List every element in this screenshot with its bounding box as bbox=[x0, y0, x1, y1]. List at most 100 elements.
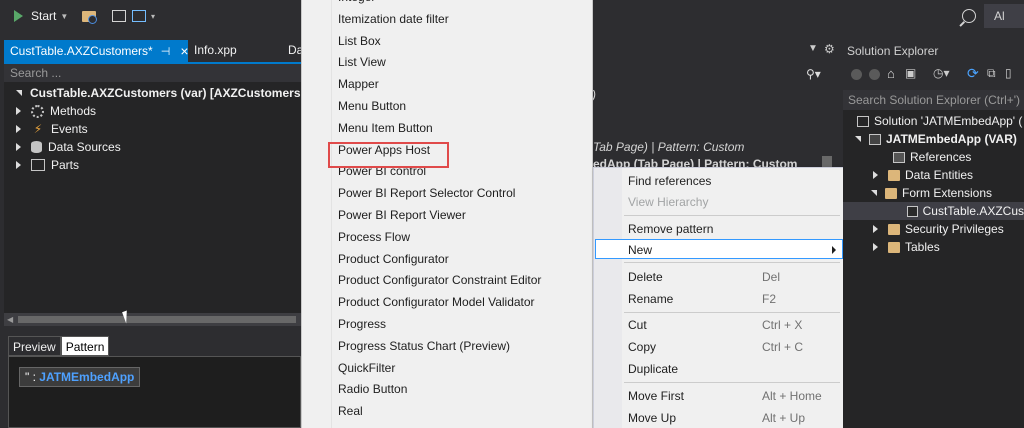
menu-item-new[interactable]: New bbox=[628, 240, 652, 260]
dropdown-item[interactable]: List Box bbox=[338, 31, 381, 51]
back-icon[interactable] bbox=[851, 69, 862, 80]
scroll-left-icon[interactable]: ◀ bbox=[7, 315, 13, 324]
tree-item-methods[interactable]: Methods bbox=[16, 102, 96, 120]
pin-icon[interactable]: ⊣ bbox=[161, 45, 171, 58]
collapse-all-icon[interactable]: ⧉ bbox=[987, 66, 996, 81]
close-icon[interactable]: × bbox=[180, 43, 188, 59]
form-designer-tree: Search ... CustTable.AXZCustomers (var) … bbox=[4, 64, 301, 326]
tree-item-data-sources[interactable]: Data Sources bbox=[16, 138, 121, 156]
tab-pattern[interactable]: Pattern bbox=[60, 336, 110, 356]
dropdown-item[interactable]: Progress Status Chart (Preview) bbox=[338, 336, 510, 356]
expand-icon[interactable] bbox=[873, 225, 878, 233]
se-item-solution[interactable]: Solution 'JATMEmbedApp' ( bbox=[857, 112, 1022, 130]
menu-item-cut[interactable]: Cut bbox=[628, 315, 647, 335]
tree-item-parts[interactable]: Parts bbox=[16, 156, 79, 174]
collapse-icon[interactable] bbox=[16, 90, 22, 96]
home-window-button[interactable]: ▾ bbox=[132, 5, 155, 27]
horizontal-scrollbar[interactable]: ◀ bbox=[4, 313, 301, 326]
expand-icon[interactable] bbox=[16, 161, 21, 169]
se-item-references[interactable]: References bbox=[893, 148, 971, 166]
collapse-icon[interactable] bbox=[871, 190, 877, 196]
dropdown-item[interactable]: Progress bbox=[338, 314, 386, 334]
expand-icon[interactable] bbox=[873, 171, 878, 179]
menu-item-find-references[interactable]: Find references bbox=[628, 171, 711, 191]
dropdown-item[interactable]: Real bbox=[338, 401, 363, 421]
se-item-tables[interactable]: Tables bbox=[873, 238, 940, 256]
dropdown-item[interactable]: Product Configurator Model Validator bbox=[338, 292, 535, 312]
tab-custtable[interactable]: CustTable.AXZCustomers* ⊣ × bbox=[4, 40, 189, 62]
dropdown-item[interactable]: Menu Item Button bbox=[338, 118, 433, 138]
start-button[interactable]: Start ▼ bbox=[14, 5, 68, 27]
show-all-files-icon[interactable]: ▯ bbox=[1005, 66, 1012, 80]
dropdown-item[interactable]: Product Configurator Constraint Editor bbox=[338, 270, 541, 290]
shortcut-move-up: Alt + Up bbox=[762, 411, 806, 425]
context-menu: Find references View Hierarchy Remove pa… bbox=[593, 167, 844, 428]
dropdown-item[interactable]: Power BI Report Viewer bbox=[338, 205, 466, 225]
chevron-down-icon: ▼ bbox=[60, 11, 69, 21]
solution-explorer-search-input[interactable]: Search Solution Explorer (Ctrl+') bbox=[843, 90, 1024, 110]
expand-icon[interactable] bbox=[16, 143, 21, 151]
submenu-arrow-icon bbox=[832, 246, 836, 254]
window-icon bbox=[112, 10, 126, 22]
dropdown-item[interactable]: Menu Button bbox=[338, 96, 406, 116]
forward-icon[interactable] bbox=[869, 69, 880, 80]
dropdown-item[interactable]: QuickFilter bbox=[338, 358, 395, 378]
menu-item-delete[interactable]: Delete bbox=[628, 267, 663, 287]
expand-icon[interactable] bbox=[16, 107, 21, 115]
pattern-view: " : JATMEmbedApp bbox=[8, 356, 301, 428]
tab-preview[interactable]: Preview bbox=[8, 336, 61, 356]
open-folder-button[interactable] bbox=[82, 5, 97, 27]
solution-explorer-toolbar: ⌂ ▣ ◷▾ ⟳ ⧉ ▯ bbox=[843, 62, 1024, 88]
account-button[interactable]: Al bbox=[984, 4, 1024, 28]
dropdown-arrow-icon[interactable]: ▼ bbox=[808, 43, 818, 54]
se-item-form-extensions[interactable]: Form Extensions bbox=[871, 184, 992, 202]
designer-search-input[interactable]: Search ... bbox=[4, 64, 301, 82]
gear-icon[interactable]: ⚙ bbox=[824, 42, 835, 56]
window-button[interactable] bbox=[112, 5, 126, 27]
menu-item-move-first[interactable]: Move First bbox=[628, 386, 684, 406]
tree-item-events[interactable]: ⚡ Events bbox=[16, 120, 88, 138]
se-item-label: JATMEmbedApp (VAR) bbox=[886, 132, 1017, 146]
dropdown-item[interactable]: List View bbox=[338, 52, 386, 72]
preview-pattern-tabs: Preview Pattern bbox=[8, 336, 110, 356]
dropdown-item[interactable]: Process Flow bbox=[338, 227, 410, 247]
live-share-button[interactable] bbox=[962, 5, 976, 27]
tab-info-xpp[interactable]: Info.xpp bbox=[194, 43, 237, 57]
dropdown-item[interactable]: Radio Button bbox=[338, 379, 407, 399]
dropdown-item[interactable]: Product Configurator bbox=[338, 249, 449, 269]
se-item-project[interactable]: JATMEmbedApp (VAR) bbox=[855, 130, 1017, 148]
folder-icon bbox=[888, 241, 900, 253]
project-icon bbox=[869, 133, 881, 145]
references-icon bbox=[893, 151, 905, 163]
control-type-dropdown: Integer Itemization date filterList BoxLi… bbox=[301, 0, 593, 428]
tree-root-label: CustTable.AXZCustomers (var) [AXZCustome… bbox=[30, 86, 301, 100]
menu-item-move-up[interactable]: Move Up bbox=[628, 408, 676, 428]
switch-views-icon[interactable]: ▣ bbox=[905, 66, 916, 80]
expand-icon[interactable] bbox=[16, 125, 21, 133]
tree-item-label: Methods bbox=[50, 104, 97, 118]
form-icon bbox=[31, 159, 45, 171]
expand-icon[interactable] bbox=[873, 243, 878, 251]
refresh-icon[interactable]: ⟳ bbox=[967, 65, 979, 82]
scrollbar-thumb[interactable] bbox=[18, 316, 296, 323]
search-icon[interactable]: ⚲▾ bbox=[806, 67, 821, 81]
tree-item-label: Data Sources bbox=[48, 140, 121, 154]
collapse-icon[interactable] bbox=[855, 136, 861, 142]
dropdown-item[interactable]: Integer bbox=[338, 0, 375, 7]
menu-item-copy[interactable]: Copy bbox=[628, 337, 656, 357]
se-item-data-entities[interactable]: Data Entities bbox=[873, 166, 973, 184]
se-item-custtable[interactable]: CustTable.AXZCus bbox=[843, 202, 1024, 220]
pattern-node[interactable]: " : JATMEmbedApp bbox=[19, 367, 141, 387]
dropdown-item[interactable]: Mapper bbox=[338, 74, 379, 94]
menu-item-remove-pattern[interactable]: Remove pattern bbox=[628, 219, 713, 239]
dropdown-item[interactable]: Itemization date filter bbox=[338, 9, 449, 29]
tree-root[interactable]: CustTable.AXZCustomers (var) [AXZCustome… bbox=[16, 84, 301, 102]
dropdown-gutter bbox=[302, 0, 332, 428]
pending-changes-icon[interactable]: ◷▾ bbox=[933, 66, 950, 80]
dropdown-item[interactable]: Power BI Report Selector Control bbox=[338, 183, 515, 203]
se-item-security-privileges[interactable]: Security Privileges bbox=[873, 220, 1004, 238]
home-icon[interactable]: ⌂ bbox=[887, 66, 895, 81]
menu-item-duplicate[interactable]: Duplicate bbox=[628, 359, 678, 379]
person-search-icon bbox=[962, 9, 976, 23]
menu-item-rename[interactable]: Rename bbox=[628, 289, 673, 309]
